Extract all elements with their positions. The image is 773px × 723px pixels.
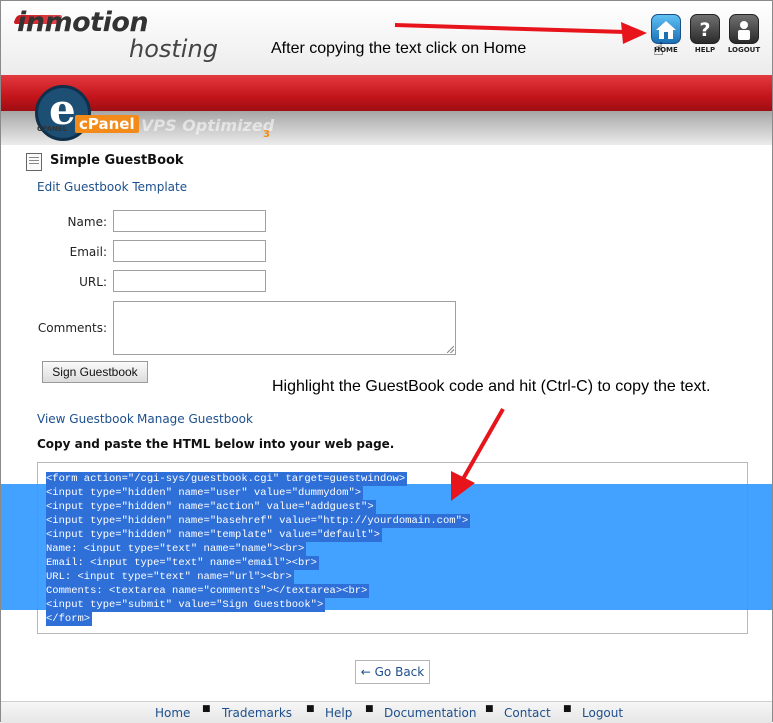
logo-hosting: hosting	[129, 35, 218, 63]
footer-separator: ■	[365, 704, 374, 714]
email-field[interactable]	[113, 240, 266, 262]
code-line: URL: <input type="text" name="url"><br>	[46, 570, 294, 584]
help-button[interactable]: ? HELP	[687, 14, 723, 54]
go-back-button[interactable]: ← Go Back	[355, 660, 430, 684]
footer-help-link[interactable]: Help	[325, 706, 352, 720]
url-field[interactable]	[113, 270, 266, 292]
code-line: Name: <input type="text" name="name"><br…	[46, 542, 307, 556]
email-label: Email:	[69, 245, 107, 259]
footer-logout-link[interactable]: Logout	[582, 706, 623, 720]
code-block[interactable]: <form action="/cgi-sys/guestbook.cgi" ta…	[46, 472, 471, 626]
code-line: <input type="hidden" name="user" value="…	[46, 486, 364, 500]
name-field[interactable]	[113, 210, 266, 232]
code-line: <form action="/cgi-sys/guestbook.cgi" ta…	[46, 472, 408, 486]
annotation-highlight-code: Highlight the GuestBook code and hit (Ct…	[272, 378, 711, 395]
footer-separator: ■	[485, 704, 494, 714]
comments-label: Comments:	[37, 321, 107, 335]
comments-field[interactable]	[113, 301, 456, 355]
cpanel-logo-label: cPanel	[75, 115, 139, 133]
cpanel-version: 3	[263, 129, 270, 140]
footer-separator: ■	[306, 704, 315, 714]
annotation-arrow-icon	[451, 408, 505, 501]
page-title: Simple GuestBook	[50, 153, 184, 168]
url-label: URL:	[79, 275, 107, 289]
cpanel-mini-label: CPANEL	[37, 125, 68, 133]
code-line: Comments: <textarea name="comments"></te…	[46, 584, 370, 598]
logo-inmotion: inmotion	[17, 7, 149, 38]
code-line: <input type="hidden" name="template" val…	[46, 528, 382, 542]
footer-separator: ■	[563, 704, 572, 714]
copy-instructions: Copy and paste the HTML below into your …	[37, 437, 395, 451]
user-icon	[729, 14, 759, 44]
code-line: <input type="hidden" name="basehref" val…	[46, 514, 471, 528]
logout-label: LOGOUT	[727, 46, 761, 54]
site-header: inmotion hosting After copying the text …	[1, 1, 772, 75]
code-line: <input type="hidden" name="action" value…	[46, 500, 376, 514]
help-label: HELP	[694, 46, 716, 54]
footer-documentation-link[interactable]: Documentation	[384, 706, 477, 720]
guestbook-icon	[26, 153, 42, 171]
footer-nav: Home ■ Trademarks ■ Help ■ Documentation…	[1, 701, 772, 723]
logout-button[interactable]: LOGOUT	[726, 14, 762, 54]
footer-home-link[interactable]: Home	[155, 706, 190, 720]
footer-trademarks-link[interactable]: Trademarks	[222, 706, 292, 720]
cpanel-edition: VPS Optimized	[141, 116, 275, 135]
code-line: </form>	[46, 612, 93, 626]
brand-bar	[1, 75, 772, 111]
footer-contact-link[interactable]: Contact	[504, 706, 551, 720]
footer-separator: ■	[202, 704, 211, 714]
hand-cursor-icon: ☝	[653, 39, 664, 60]
code-line: Email: <input type="text" name="email"><…	[46, 556, 319, 570]
name-label: Name:	[67, 215, 107, 229]
code-line: <input type="submit" value="Sign Guestbo…	[46, 598, 326, 612]
sign-guestbook-button[interactable]: Sign Guestbook	[42, 361, 148, 383]
edit-template-link[interactable]: Edit Guestbook Template	[37, 180, 187, 194]
manage-guestbook-link[interactable]: Manage Guestbook	[137, 412, 253, 426]
question-icon: ?	[690, 14, 720, 44]
annotation-arrow-icon	[394, 22, 647, 44]
view-guestbook-link[interactable]: View Guestbook	[37, 412, 134, 426]
